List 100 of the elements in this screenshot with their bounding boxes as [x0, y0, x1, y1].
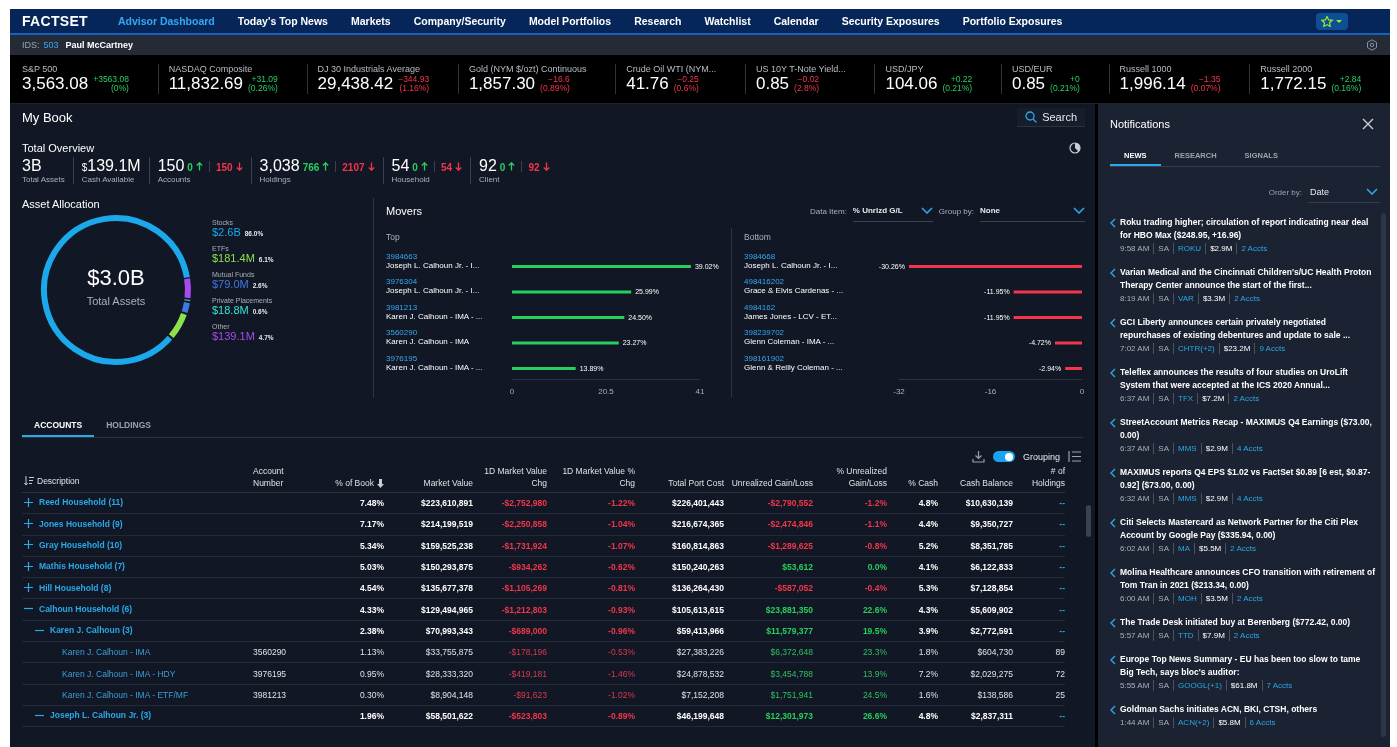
group-link[interactable]: Joseph L. Calhoun Jr. (3) — [50, 710, 152, 721]
news-headline[interactable]: Goldman Sachs initiates ACN, BKI, CTSH, others — [1120, 703, 1318, 716]
account-link[interactable]: 3984663 — [386, 251, 506, 261]
ticker-link[interactable]: MA — [1173, 543, 1195, 554]
nav-link[interactable]: Portfolio Exposures — [962, 15, 1063, 27]
chevron-left-icon[interactable] — [1110, 418, 1116, 428]
sort-list-icon[interactable] — [24, 476, 34, 486]
account-link[interactable]: Karen J. Calhoun - IMA - HDY — [62, 668, 176, 679]
account-link[interactable]: 398239702 — [744, 328, 864, 337]
column-header[interactable]: 1D Market Value Chg — [477, 465, 547, 489]
column-header[interactable]: Total Port Cost — [668, 477, 724, 489]
group-link[interactable]: Calhoun Household (6) — [39, 603, 133, 614]
settings-icon[interactable] — [1366, 39, 1378, 51]
news-headline[interactable]: Roku trading higher; circulation of report indicating near deal for HBO Max ($248.95, +16.96) — [1120, 216, 1376, 242]
group-link[interactable]: Karen J. Calhoun (3) — [50, 625, 133, 636]
account-link[interactable]: 3981213 — [386, 302, 506, 312]
group-link[interactable]: Jones Household (9) — [39, 518, 123, 529]
news-headline[interactable]: Citi Selects Mastercard as Network Partner for the Citi Plex Account by Google Pay ($335.94, 0.00) — [1120, 516, 1376, 542]
accounts-link[interactable]: 2 Accts — [1228, 393, 1264, 404]
news-headline[interactable]: GCI Liberty announces certain privately negotiated repurchases of existing debentures and update to sale ... — [1120, 316, 1376, 342]
tab[interactable]: HOLDINGS — [94, 416, 164, 437]
nav-link[interactable]: Research — [634, 15, 682, 27]
close-icon[interactable] — [1362, 118, 1374, 130]
account-link[interactable]: 498416202 — [744, 277, 864, 286]
account-link[interactable]: Karen J. Calhoun - IMA - ETF/MF — [62, 689, 189, 700]
news-headline[interactable]: StreetAccount Metrics Recap - MAXIMUS Q4 Earnings ($73.00, 0.00) — [1120, 416, 1376, 442]
ticker-link[interactable]: ROKU — [1173, 243, 1206, 254]
search-button[interactable]: Search — [1017, 107, 1085, 127]
chevron-left-icon[interactable] — [1110, 468, 1116, 478]
chevron-left-icon[interactable] — [1110, 568, 1116, 578]
ticker-link[interactable]: GOOGL(+1) — [1173, 680, 1226, 691]
download-icon[interactable] — [971, 450, 985, 463]
column-header[interactable]: Description — [37, 475, 80, 487]
accounts-link[interactable]: 9 Accts — [1254, 343, 1290, 354]
expand-icon[interactable] — [24, 561, 33, 571]
group-by-dropdown[interactable]: None — [980, 200, 1085, 222]
tab[interactable]: ACCOUNTS — [22, 416, 95, 437]
news-headline[interactable]: MAXIMUS reports Q4 EPS $1.02 vs FactSet $0.89 [6 est, $0.87-0.92] ($73.00, 0.00) — [1120, 466, 1376, 492]
column-header[interactable]: 1D Market Value % Chg — [551, 465, 635, 489]
accounts-link[interactable]: 2 Accts — [1229, 293, 1264, 304]
accounts-link[interactable]: 2 Accts — [1228, 630, 1264, 641]
column-list-icon[interactable] — [1068, 450, 1081, 463]
column-header[interactable]: % Unrealized Gain/Loss — [817, 465, 887, 489]
nav-link[interactable]: Security Exposures — [841, 15, 940, 27]
ticker-link[interactable]: TTD — [1173, 630, 1198, 641]
nav-link[interactable]: Today's Top News — [237, 15, 328, 27]
column-header[interactable]: Unrealized Gain/Loss — [731, 477, 813, 489]
group-link[interactable]: Gray Household (10) — [39, 540, 123, 550]
column-header[interactable]: % Cash — [908, 477, 938, 489]
chevron-left-icon[interactable] — [1110, 268, 1116, 278]
accounts-link[interactable]: 4 Accts — [1231, 443, 1267, 454]
group-link[interactable]: Hill Household (8) — [39, 582, 112, 593]
expand-icon[interactable] — [24, 519, 33, 529]
chevron-left-icon[interactable] — [1110, 655, 1116, 665]
accounts-link[interactable]: 7 Accts — [1261, 680, 1297, 691]
nav-link[interactable]: Calendar — [773, 15, 819, 27]
accounts-link[interactable]: 6 Accts — [1244, 717, 1280, 728]
nav-link[interactable]: Company/Security — [413, 15, 506, 27]
accounts-link[interactable]: 4 Accts — [1231, 493, 1267, 504]
column-header[interactable]: % of Book — [335, 477, 374, 489]
expand-icon[interactable] — [24, 540, 33, 550]
accounts-link[interactable]: 2 Accts — [1231, 593, 1267, 604]
nav-link[interactable]: Advisor Dashboard — [117, 15, 215, 27]
ids-number[interactable]: 503 — [43, 40, 59, 50]
group-link[interactable]: Mathis Household (7) — [39, 561, 125, 572]
ticker-link[interactable]: ACN(+2) — [1173, 717, 1214, 728]
chevron-left-icon[interactable] — [1110, 518, 1116, 528]
news-headline[interactable]: Europe Top News Summary - EU has been too slow to tame Big Tech, says bloc's auditor: — [1120, 653, 1376, 679]
favorites-button[interactable] — [1316, 12, 1348, 30]
accounts-link[interactable]: 2 Accts — [1225, 543, 1261, 554]
expand-icon[interactable] — [24, 497, 33, 507]
chevron-left-icon[interactable] — [1110, 705, 1116, 715]
grouping-toggle[interactable] — [992, 451, 1015, 462]
accounts-link[interactable]: 2 Accts — [1236, 243, 1272, 254]
account-link[interactable]: Karen J. Calhoun - IMA — [62, 647, 151, 658]
data-item-dropdown[interactable]: % Unrlzd G/L — [852, 200, 933, 222]
news-headline[interactable]: Varian Medical and the Cincinnati Children's/UC Health Proton Therapy Center announce the start of the first... — [1120, 266, 1376, 292]
account-link[interactable]: 3976304 — [386, 277, 506, 286]
nav-link[interactable]: Markets — [350, 15, 391, 27]
nav-link[interactable]: Watchlist — [704, 15, 751, 27]
order-by-dropdown[interactable]: Date — [1308, 181, 1380, 203]
group-link[interactable]: Reed Household (11) — [39, 497, 124, 508]
column-header[interactable]: Account Number — [253, 465, 309, 489]
ticker-link[interactable]: CHTR(+2) — [1173, 343, 1219, 354]
column-header[interactable]: Cash Balance — [960, 477, 1013, 489]
news-headline[interactable]: Molina Healthcare announces CFO transition with retirement of Tom Tran in 2021 ($213.34, 0.00) — [1120, 566, 1376, 592]
account-link[interactable]: 4984162 — [744, 302, 864, 312]
factset-logo[interactable]: FACTSET — [22, 13, 88, 29]
ticker-link[interactable]: MMS — [1173, 493, 1201, 504]
chevron-left-icon[interactable] — [1110, 218, 1116, 228]
ticker-link[interactable]: MMS — [1173, 443, 1201, 454]
news-headline[interactable]: Teleflex announces the results of four studies on UroLift System that were accepted at the ICS 2020 Annual... — [1120, 366, 1376, 392]
scrollbar[interactable] — [1086, 505, 1091, 537]
pie-chart-icon[interactable] — [1069, 142, 1081, 154]
ticker-link[interactable]: TFX — [1173, 393, 1198, 404]
ticker-link[interactable]: VAR — [1173, 293, 1198, 304]
expand-icon[interactable] — [24, 583, 33, 593]
news-headline[interactable]: The Trade Desk initiated buy at Berenberg ($772.42, 0.00) — [1120, 616, 1351, 629]
ticker-link[interactable]: MOH — [1173, 593, 1201, 604]
account-link[interactable]: 3984668 — [744, 251, 864, 261]
